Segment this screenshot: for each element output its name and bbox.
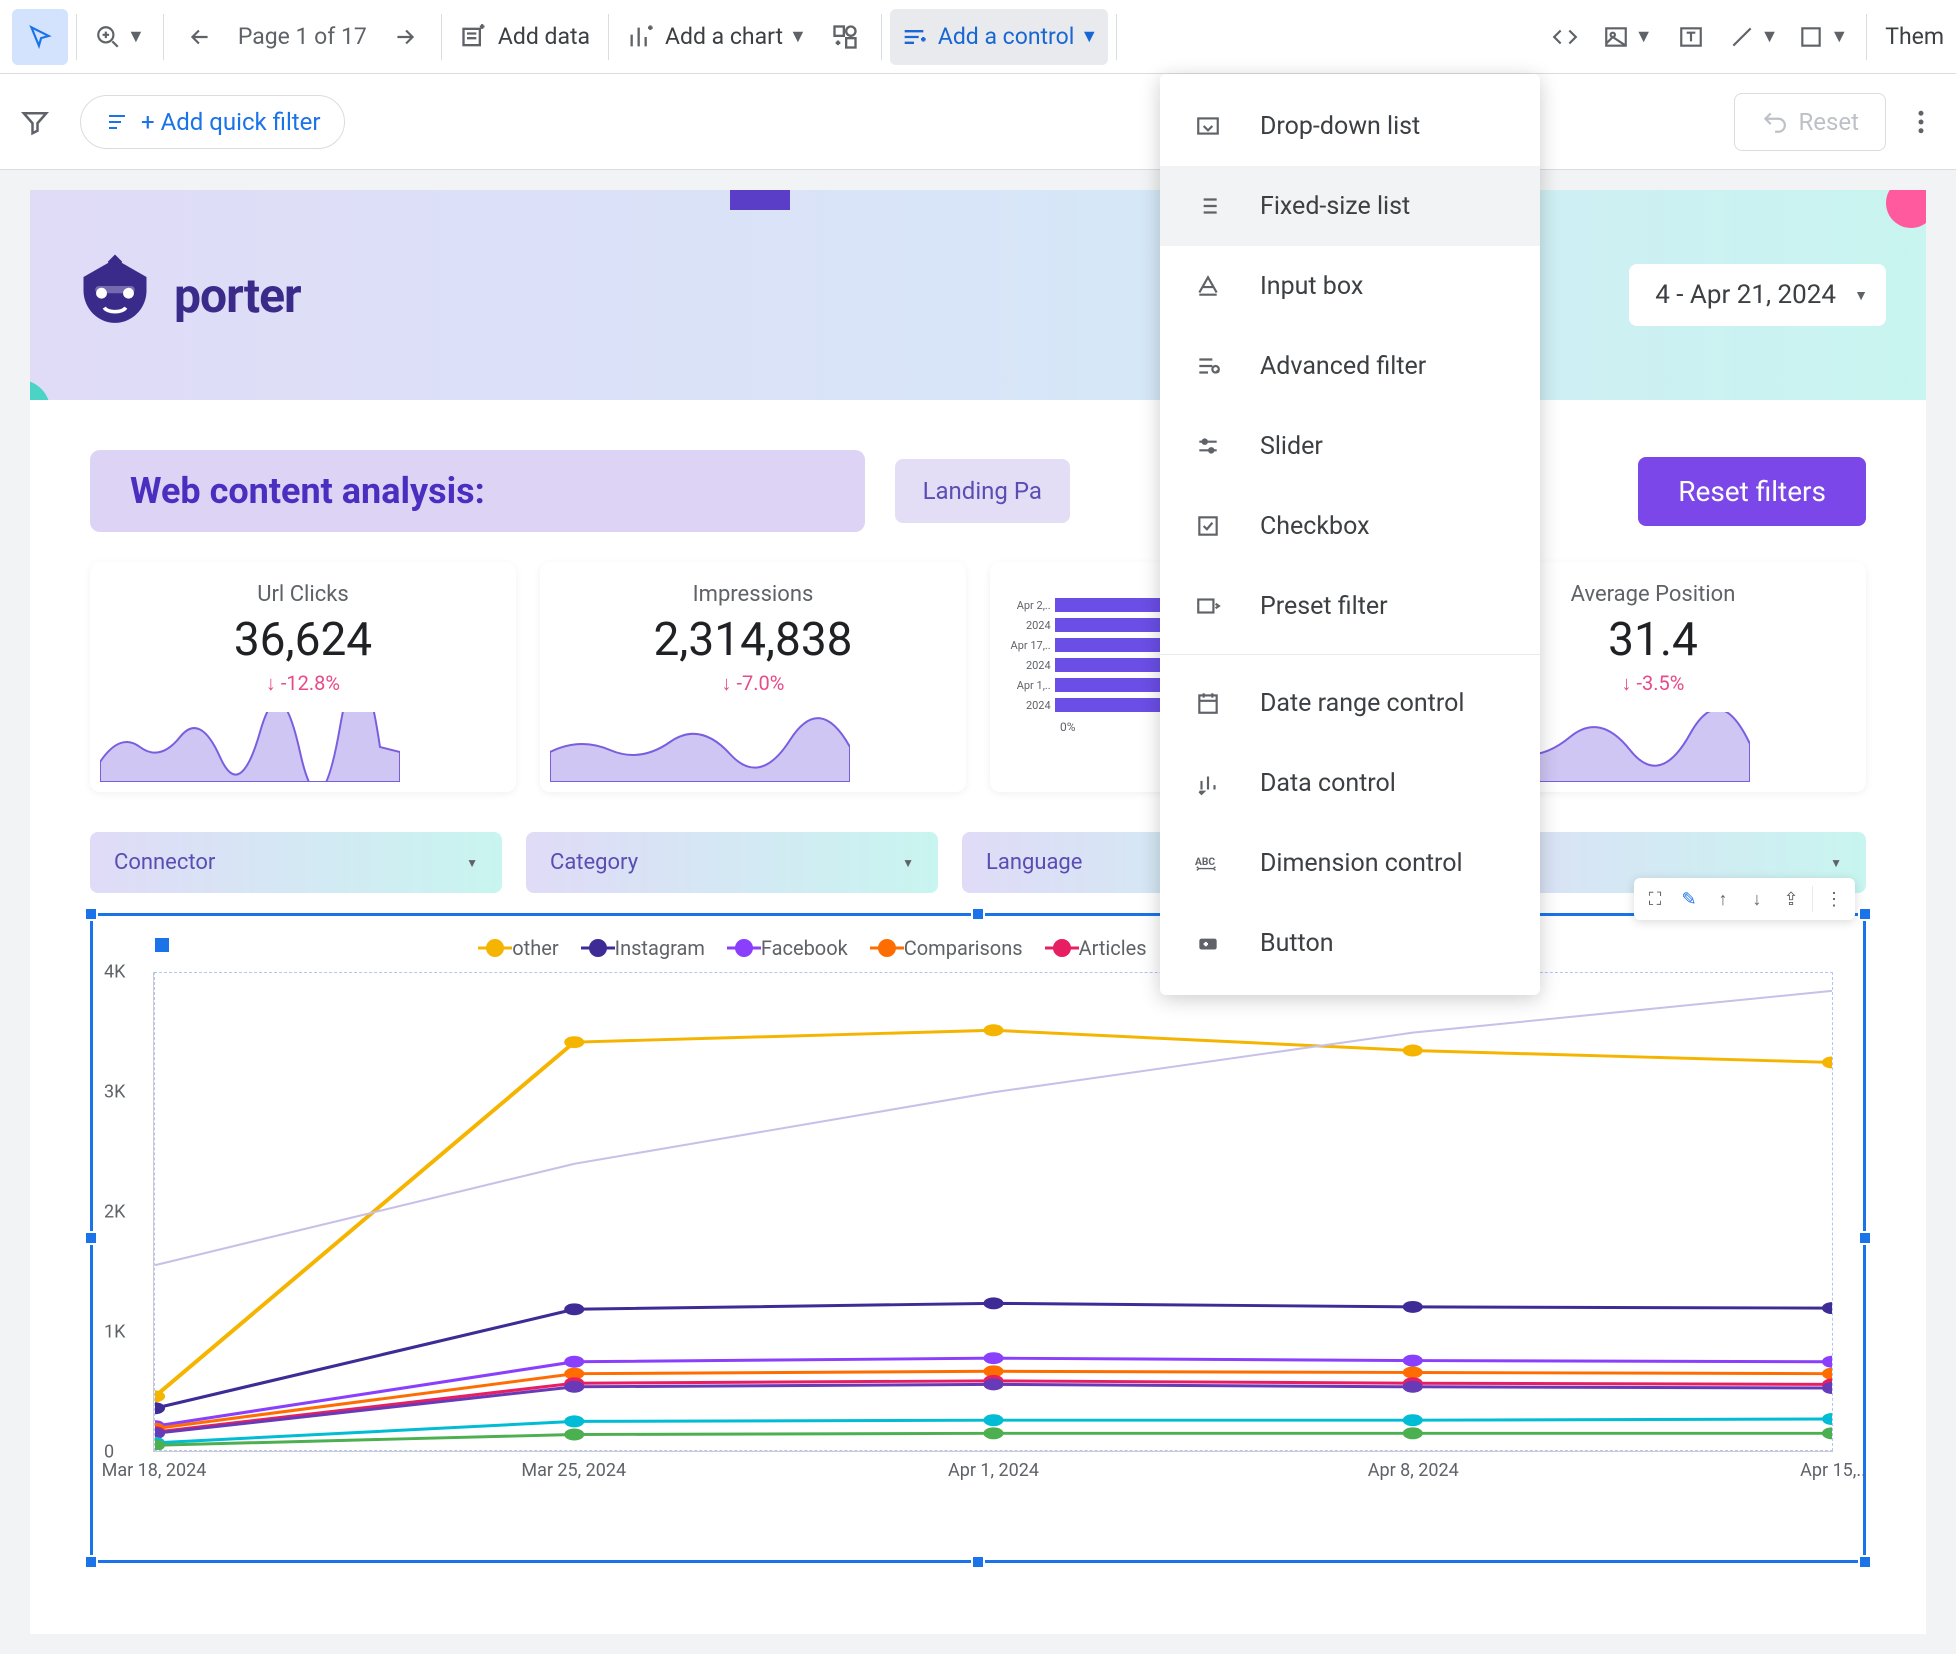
filter-icon[interactable] xyxy=(20,107,50,137)
kpi-card-url-clicks: Url Clicks 36,624 -12.8% xyxy=(90,562,516,792)
slider-icon xyxy=(1190,428,1226,464)
legend-item: Comparisons xyxy=(878,936,1023,960)
kpi-cards-row: Url Clicks 36,624 -12.8% Impressions 2,3… xyxy=(90,562,1866,792)
menu-item-preset-filter[interactable]: Preset filter xyxy=(1160,566,1540,646)
filter-dropdowns-row: Connector Category Language on xyxy=(90,832,1866,893)
button-icon xyxy=(1190,925,1226,961)
prev-page-button[interactable] xyxy=(172,9,228,65)
menu-item-advanced-filter[interactable]: Advanced filter xyxy=(1160,326,1540,406)
data-control-icon xyxy=(1190,765,1226,801)
date-range-icon xyxy=(1190,685,1226,721)
legend-item: Articles xyxy=(1053,936,1147,960)
chart-legend: other Instagram Facebook Comparisons Article… xyxy=(153,936,1833,960)
menu-item-dimension-control[interactable]: ABCDimension control xyxy=(1160,823,1540,903)
section-title: Web content analysis: xyxy=(90,450,865,532)
decor-circle xyxy=(30,380,50,400)
filter-toolbar: + Add quick filter Reset xyxy=(0,74,1956,170)
kpi-card-impressions: Impressions 2,314,838 -7.0% xyxy=(540,562,966,792)
y-axis-label: 1K xyxy=(104,1322,125,1343)
reset-filters-button[interactable]: Reset filters xyxy=(1638,457,1866,526)
checkbox-icon xyxy=(1190,508,1226,544)
x-axis-label: Apr 15,.. xyxy=(1800,1460,1866,1481)
report-canvas: porter 4 - Apr 21, 2024 Web content anal… xyxy=(0,170,1956,1654)
category-filter[interactable]: Category xyxy=(526,832,938,893)
y-axis-label: 2K xyxy=(104,1202,125,1223)
url-embed-button[interactable] xyxy=(1537,9,1593,65)
sparkline xyxy=(100,712,400,782)
y-axis-label: 3K xyxy=(104,1082,125,1103)
export-icon[interactable]: ⇪ xyxy=(1774,882,1808,916)
arrow-down-icon[interactable]: ↓ xyxy=(1740,882,1774,916)
x-axis-label: Mar 25, 2024 xyxy=(521,1460,626,1481)
add-control-button[interactable]: Add a control ▼ xyxy=(890,9,1108,65)
chart-floating-toolbar: ⛶ ✎ ↑ ↓ ⇪ ⋮ xyxy=(1634,878,1855,920)
chart-plot-area: 01K2K3K4KMar 18, 2024Mar 25, 2024Apr 1, … xyxy=(153,972,1833,1452)
input-icon xyxy=(1190,268,1226,304)
image-button[interactable]: ▼ xyxy=(1593,9,1663,65)
reset-button[interactable]: Reset xyxy=(1734,93,1886,151)
x-axis-label: Apr 8, 2024 xyxy=(1368,1460,1459,1481)
menu-item-drop-down-list[interactable]: Drop-down list xyxy=(1160,86,1540,166)
report-page: porter 4 - Apr 21, 2024 Web content anal… xyxy=(30,190,1926,1634)
edit-icon[interactable]: ✎ xyxy=(1672,882,1706,916)
menu-item-date-range-control[interactable]: Date range control xyxy=(1160,663,1540,743)
page-navigation: Page 1 of 17 xyxy=(172,9,433,65)
date-range-picker[interactable]: 4 - Apr 21, 2024 xyxy=(1629,264,1886,326)
landing-page-filter[interactable]: Landing Pa xyxy=(895,459,1070,523)
page-indicator[interactable]: Page 1 of 17 xyxy=(238,23,367,50)
line-chart-selected[interactable]: ⛶ ✎ ↑ ↓ ⇪ ⋮ otherInstagramFacebookCompar… xyxy=(90,913,1866,1563)
line-button[interactable]: ▼ xyxy=(1719,9,1789,65)
arrow-up-icon[interactable]: ↑ xyxy=(1706,882,1740,916)
legend-item: Instagram xyxy=(589,936,705,960)
connector-filter[interactable]: Connector xyxy=(90,832,502,893)
svg-text:ABC: ABC xyxy=(1195,857,1215,868)
legend-item: Facebook xyxy=(735,936,848,960)
main-toolbar: ▼ Page 1 of 17 Add data Add a chart ▼ Ad… xyxy=(0,0,1956,74)
list-icon xyxy=(1190,188,1226,224)
brand-name: porter xyxy=(174,267,301,324)
add-chart-button[interactable]: Add a chart ▼ xyxy=(617,9,817,65)
select-tool[interactable] xyxy=(12,9,68,65)
x-axis-label: Apr 1, 2024 xyxy=(948,1460,1039,1481)
menu-item-checkbox[interactable]: Checkbox xyxy=(1160,486,1540,566)
crop-icon[interactable]: ⛶ xyxy=(1638,882,1672,916)
theme-button[interactable]: Them xyxy=(1885,23,1944,50)
x-axis-label: Mar 18, 2024 xyxy=(102,1460,207,1481)
y-axis-label: 4K xyxy=(104,962,125,983)
menu-item-fixed-size-list[interactable]: Fixed-size list xyxy=(1160,166,1540,246)
menu-item-data-control[interactable]: Data control xyxy=(1160,743,1540,823)
porter-logo-icon xyxy=(70,250,160,340)
sparkline xyxy=(550,712,850,782)
shape-button[interactable]: ▼ xyxy=(1788,9,1858,65)
dimension-icon: ABC xyxy=(1190,845,1226,881)
add-control-menu: Drop-down listFixed-size listInput boxAd… xyxy=(1160,74,1540,995)
next-page-button[interactable] xyxy=(377,9,433,65)
menu-item-slider[interactable]: Slider xyxy=(1160,406,1540,486)
dropdown-icon xyxy=(1190,108,1226,144)
community-visualizations-button[interactable] xyxy=(817,9,873,65)
preset-filter-icon xyxy=(1190,588,1226,624)
menu-item-input-box[interactable]: Input box xyxy=(1160,246,1540,326)
zoom-tool[interactable]: ▼ xyxy=(85,9,155,65)
more-options-button[interactable] xyxy=(1906,107,1936,137)
text-button[interactable] xyxy=(1663,9,1719,65)
add-quick-filter-button[interactable]: + Add quick filter xyxy=(80,95,345,149)
decor-dot xyxy=(1886,190,1926,228)
add-data-button[interactable]: Add data xyxy=(450,9,600,65)
menu-item-button[interactable]: Button xyxy=(1160,903,1540,983)
report-header: porter 4 - Apr 21, 2024 xyxy=(30,190,1926,400)
advanced-filter-icon xyxy=(1190,348,1226,384)
brand-logo-block: porter xyxy=(70,250,301,340)
decor-bar xyxy=(730,190,790,210)
more-icon[interactable]: ⋮ xyxy=(1817,882,1851,916)
legend-item: other xyxy=(486,936,558,960)
